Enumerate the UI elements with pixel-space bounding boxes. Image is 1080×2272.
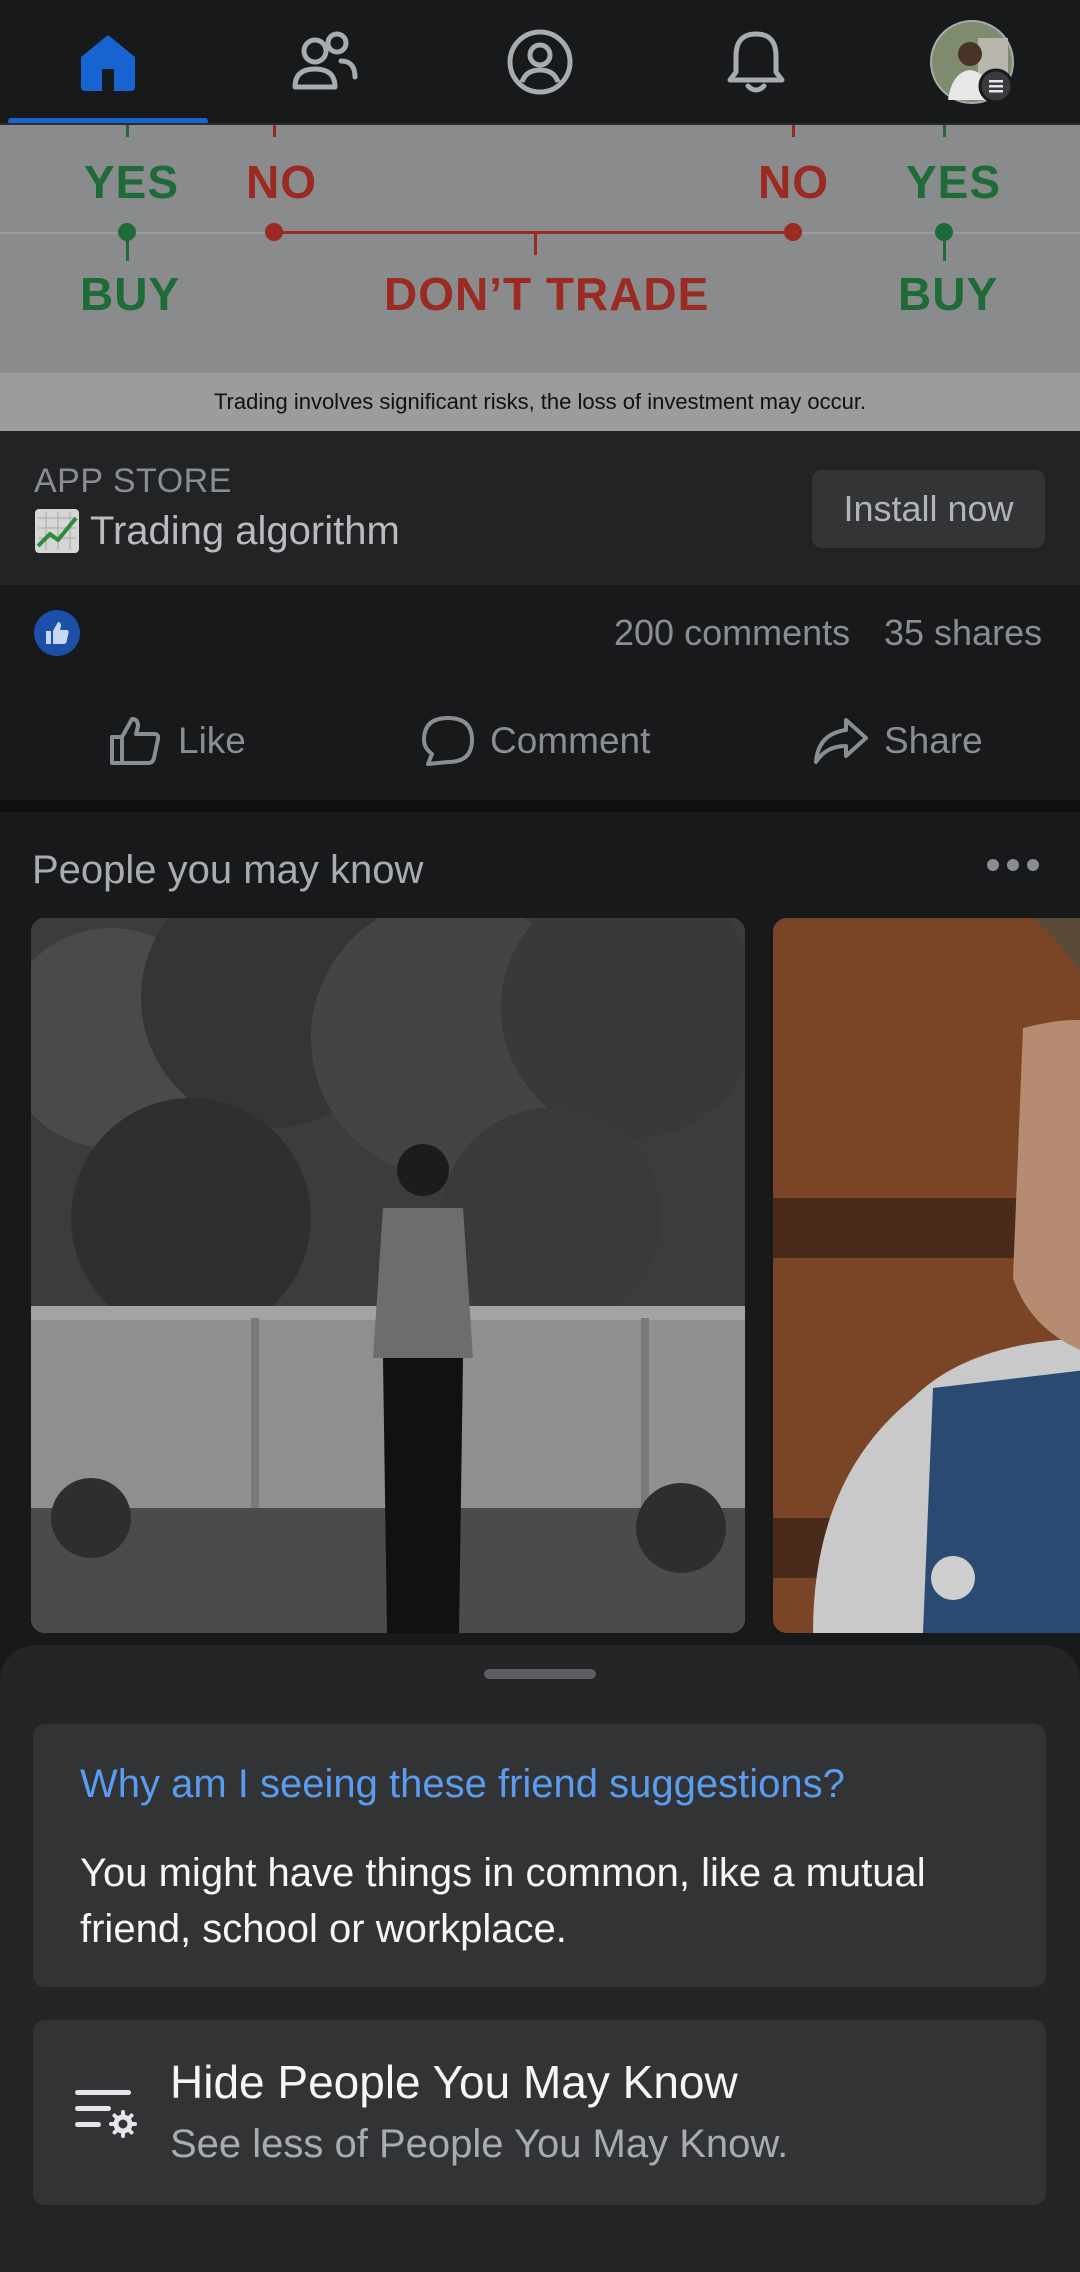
comments-count[interactable]: 200 comments	[614, 612, 850, 654]
person-photo	[31, 918, 745, 1633]
like-button[interactable]: Like	[108, 706, 246, 776]
like-reaction-badge[interactable]	[34, 610, 80, 656]
tab-profile[interactable]	[432, 0, 648, 124]
feed-divider	[0, 800, 1080, 812]
hide-pymk-option[interactable]	[33, 2020, 1046, 2205]
tab-menu[interactable]	[864, 0, 1080, 124]
like-badge-icon	[46, 622, 69, 644]
chart-increasing-icon	[35, 509, 79, 553]
like-label: Like	[178, 720, 246, 761]
tick-line	[126, 125, 129, 137]
profile-icon	[507, 29, 573, 95]
tick-line	[792, 125, 795, 137]
tab-friends[interactable]	[216, 0, 432, 124]
bell-icon	[727, 31, 785, 93]
tab-home[interactable]	[0, 0, 216, 124]
suggestion-info-answer: You might have things in common, like a …	[80, 1851, 926, 1951]
suggestion-info-question[interactable]: Why am I seeing these friend suggestions…	[80, 1762, 845, 1807]
hide-pymk-subtitle: See less of People You May Know.	[170, 2122, 789, 2166]
avatar-menu-icon	[930, 20, 1014, 104]
suggestion-card[interactable]	[31, 918, 745, 1633]
tick-line	[943, 125, 946, 137]
tick-line	[534, 233, 537, 255]
tick-line	[943, 239, 946, 261]
ad-label-yes-left: YES	[84, 156, 180, 208]
avatar	[930, 20, 1014, 104]
friends-icon	[292, 31, 358, 90]
comment-bubble-icon	[422, 716, 474, 766]
ad-title-text: Trading algorithm	[90, 508, 400, 553]
ad-label-buy-left: BUY	[80, 268, 181, 320]
ad-source-label: APP STORE	[34, 462, 232, 500]
tick-line	[126, 239, 129, 261]
share-button[interactable]: Share	[812, 706, 983, 776]
ad-label-dont-trade: DON’T TRADE	[384, 268, 710, 320]
home-icon	[81, 35, 135, 91]
pymk-title: People you may know	[32, 848, 424, 892]
ad-image[interactable]: YES NO NO YES BUY DON’T TRADE BUY	[0, 125, 1080, 373]
comment-button[interactable]: Comment	[420, 706, 650, 776]
more-dots-icon[interactable]	[985, 855, 1041, 875]
install-now-button[interactable]: Install now	[812, 470, 1045, 548]
person-photo	[773, 918, 1080, 1633]
filter-settings-icon	[75, 2090, 137, 2138]
ad-disclaimer: Trading involves significant risks, the …	[0, 373, 1080, 431]
hide-pymk-title: Hide People You May Know	[170, 2056, 738, 2108]
ad-label-no-right: NO	[758, 156, 829, 208]
sheet-drag-handle[interactable]	[484, 1669, 596, 1679]
thumbs-up-icon	[110, 717, 161, 765]
comment-label: Comment	[490, 720, 651, 761]
shares-count[interactable]: 35 shares	[884, 612, 1042, 654]
share-label: Share	[884, 720, 983, 761]
ad-title[interactable]: Trading algorithm	[34, 508, 400, 554]
tab-notifications[interactable]	[648, 0, 864, 124]
tick-line	[273, 125, 276, 137]
suggestion-card[interactable]	[773, 918, 1080, 1633]
ad-label-no-left: NO	[246, 156, 317, 208]
share-arrow-icon	[814, 718, 868, 764]
ad-label-yes-right: YES	[906, 156, 1002, 208]
red-dot	[784, 223, 802, 241]
top-navigation-bar	[0, 0, 1080, 124]
ad-label-buy-right: BUY	[898, 268, 999, 320]
